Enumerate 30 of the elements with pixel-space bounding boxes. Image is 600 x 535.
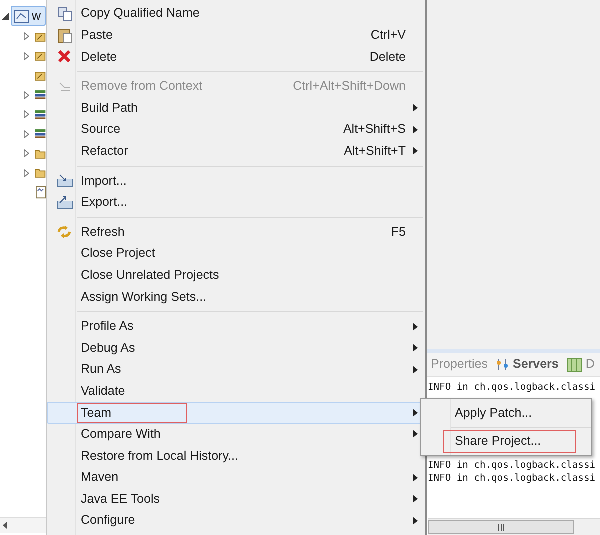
menu-item[interactable]: Copy Qualified Name [47, 3, 425, 25]
menu-item[interactable]: Java EE Tools [47, 488, 425, 510]
console-line: INFO in ch.qos.logback.classi [428, 381, 597, 394]
menu-item[interactable]: Close Project [47, 242, 425, 265]
menu-item[interactable]: Refactor Alt+Shift+T [47, 140, 425, 162]
panel-tab[interactable]: Servers [496, 355, 559, 374]
shortcut-label: Delete [370, 48, 406, 66]
menu-item[interactable]: Configure [47, 510, 425, 532]
menu-item[interactable]: Debug As [47, 337, 425, 359]
shortcut-label: Ctrl+Alt+Shift+Down [293, 78, 406, 96]
console-line: INFO in ch.qos.logback.classi [428, 459, 597, 472]
menu-item[interactable]: Export... [47, 192, 425, 214]
menu-item[interactable]: Source Alt+Shift+S [47, 118, 425, 141]
menu-item[interactable]: Profile As [47, 316, 425, 338]
shortcut-label: Ctrl+V [370, 27, 406, 44]
menu-item[interactable]: Assign Working Sets... [47, 286, 425, 308]
shortcut-label: F5 [391, 224, 406, 241]
console-line: INFO in ch.qos.logback.classi [428, 472, 597, 485]
menu-item[interactable]: Build Path [47, 97, 425, 119]
menu-item[interactable]: Delete Delete [47, 46, 425, 68]
project-tree-item[interactable]: w [11, 6, 46, 26]
menu-item[interactable]: Validate [47, 380, 425, 402]
menu-item[interactable]: Maven [47, 466, 425, 488]
shortcut-label: Alt+Shift+S [343, 121, 406, 138]
menu-item[interactable]: Paste Ctrl+V [47, 24, 425, 46]
menu-item[interactable]: Refresh F5 [47, 221, 425, 243]
menu-item[interactable]: Import... [47, 170, 425, 192]
shortcut-label: Alt+Shift+T [344, 142, 406, 160]
menu-item[interactable]: Close Unrelated Projects [47, 264, 425, 286]
menu-item[interactable]: Run As [47, 358, 425, 380]
